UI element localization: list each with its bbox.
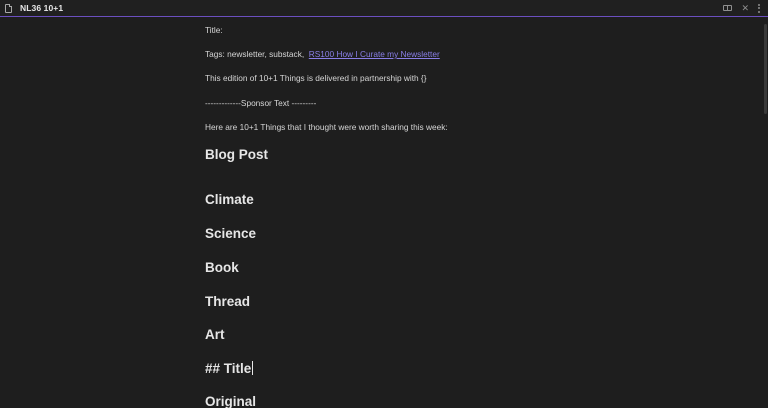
intro-line: Here are 10+1 Things that I thought were… <box>205 122 448 132</box>
partnership-line: This edition of 10+1 Things is delivered… <box>205 73 427 83</box>
tags-line: Tags: newsletter, substack, RS100 How I … <box>205 49 440 59</box>
more-vertical-icon[interactable] <box>758 3 760 13</box>
book-open-icon[interactable] <box>723 5 733 11</box>
heading-book: Book <box>205 260 239 275</box>
sponsor-line: -------------Sponsor Text --------- <box>205 98 317 108</box>
editor-window: NL36 10+1 ✕ Title: Tags: newsletter, sub… <box>0 0 768 408</box>
heading-original: Original <box>205 394 257 408</box>
title-line: Title: <box>205 25 223 35</box>
heading-markdown-title: ## Title <box>205 361 253 376</box>
tab-header: NL36 10+1 ✕ <box>0 0 768 17</box>
title-actions: ✕ <box>723 0 760 16</box>
heading-climate: Climate <box>205 192 254 207</box>
heading-blog-post: Blog Post <box>205 147 268 162</box>
heading-science: Science <box>205 226 257 241</box>
heading-thread: Thread <box>205 294 251 309</box>
scrollbar[interactable] <box>764 24 767 114</box>
file-icon <box>5 3 12 13</box>
text-cursor <box>251 361 253 375</box>
tab-title[interactable]: NL36 10+1 <box>20 3 63 13</box>
heading-markdown-title-text: ## Title <box>205 361 252 376</box>
heading-art: Art <box>205 327 225 342</box>
tags-text: Tags: newsletter, substack, <box>205 49 305 59</box>
tags-link[interactable]: RS100 How I Curate my Newsletter <box>309 49 440 59</box>
close-icon[interactable]: ✕ <box>741 0 749 16</box>
